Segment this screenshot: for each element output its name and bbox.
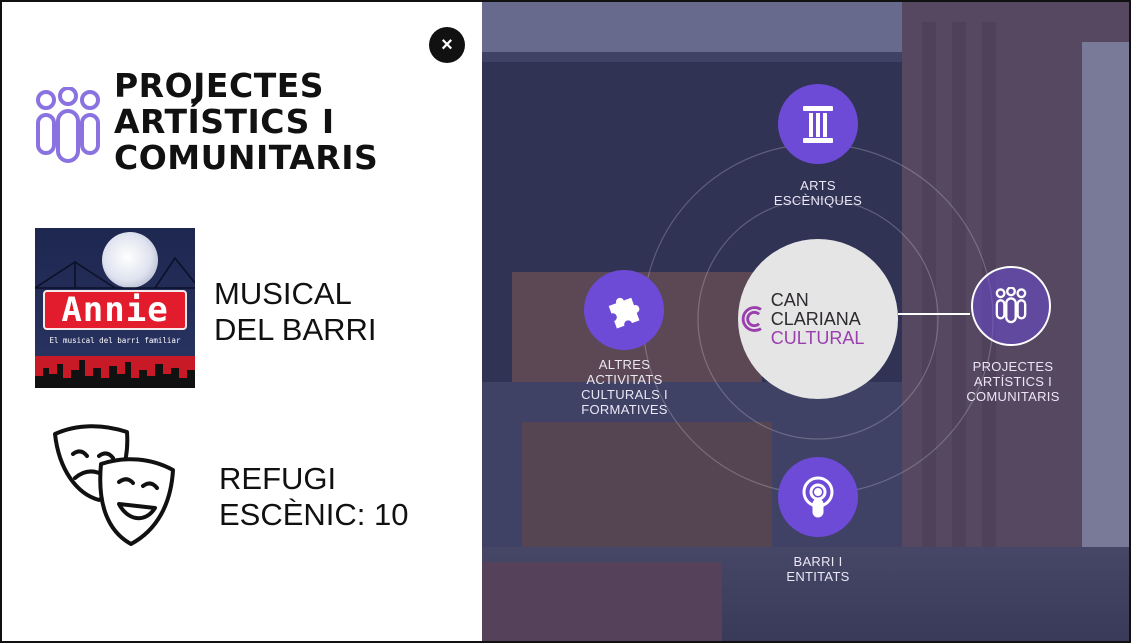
brand-logo-icon (741, 306, 762, 332)
node-label-line: CULTURALS I (581, 387, 668, 402)
poster-subtitle: El musical del barri familiar (49, 336, 181, 345)
item-label-line: ESCÈNIC: 10 (219, 497, 409, 532)
screen-frame: × PROJECTES ARTÍSTICS I COMUNITARIS Anni… (0, 0, 1131, 643)
node-label-line: BARRI I (793, 554, 843, 569)
node-label-line: ESCÈNIQUES (773, 193, 863, 208)
item-label-refugi: REFUGI ESCÈNIC: 10 (219, 461, 409, 533)
poster-title: Annie (43, 290, 187, 330)
info-panel: × PROJECTES ARTÍSTICS I COMUNITARIS Anni… (2, 2, 482, 641)
node-label-line: ALTRES (598, 357, 651, 372)
item-label-musical: MUSICAL DEL BARRI (214, 276, 377, 348)
puzzle-icon (608, 297, 640, 329)
node-projectes-artistics[interactable] (971, 266, 1051, 346)
node-label-line: FORMATIVES (581, 402, 668, 417)
node-label-line: ACTIVITATS (586, 372, 663, 387)
theater-masks-icon (53, 424, 175, 546)
center-line1: CAN CLARIANA (770, 289, 861, 329)
item-label-line: DEL BARRI (214, 312, 377, 347)
center-logo[interactable]: CAN CLARIANA CULTURAL (738, 239, 898, 399)
title-line: COMUNITARIS (114, 138, 379, 177)
title-line: ARTÍSTICS I (114, 102, 335, 141)
close-button[interactable]: × (429, 27, 465, 63)
node-arts-esceniques[interactable] (778, 84, 858, 164)
node-label-line: ARTÍSTICS I (973, 374, 1053, 389)
people-group-icon (36, 87, 100, 163)
item-label-line: REFUGI (219, 461, 337, 496)
node-label-projectes: PROJECTES ARTÍSTICS I COMUNITARIS (954, 359, 1072, 404)
node-label-line: COMUNITARIS (966, 389, 1060, 404)
podcast-icon (802, 476, 834, 518)
center-line2: CULTURAL (770, 327, 865, 348)
annie-poster-image[interactable]: Annie El musical del barri familiar (35, 228, 195, 388)
item-label-line: MUSICAL (214, 276, 352, 311)
node-label-altres: ALTRES ACTIVITATS CULTURALS I FORMATIVES (567, 357, 682, 417)
node-label-barri: BARRI I ENTITATS (758, 554, 878, 584)
node-barri-entitats[interactable] (778, 457, 858, 537)
node-altres-activitats[interactable] (584, 270, 664, 350)
people-icon (995, 287, 1027, 324)
column-icon (803, 106, 833, 143)
title-line: PROJECTES (114, 66, 325, 105)
center-label: CAN CLARIANA CULTURAL (770, 289, 898, 348)
panel-title: PROJECTES ARTÍSTICS I COMUNITARIS (114, 68, 444, 176)
node-label-line: ENTITATS (786, 569, 850, 584)
node-label-arts: ARTS ESCÈNIQUES (758, 178, 878, 208)
node-label-line: ARTS (800, 178, 836, 193)
node-label-line: PROJECTES (972, 359, 1054, 374)
